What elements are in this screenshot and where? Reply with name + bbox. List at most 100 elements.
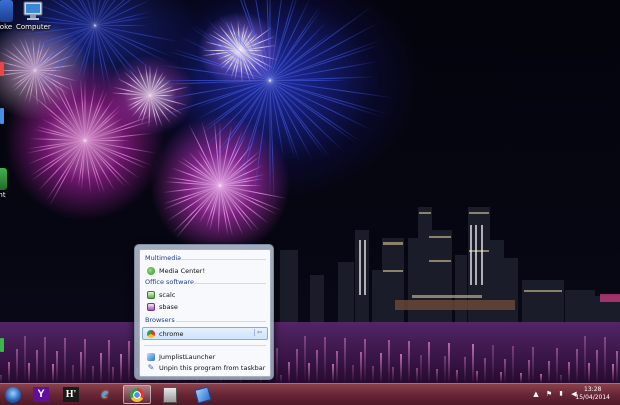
water-reflection (0, 375, 2, 383)
water-reflection (532, 347, 534, 383)
water-reflection (512, 346, 514, 383)
water-reflection (308, 363, 310, 383)
water-reflection (464, 357, 466, 383)
water-reflection (448, 343, 450, 383)
desktop-icon-partial[interactable] (0, 62, 4, 76)
desktop-icon-nt[interactable]: nt (0, 168, 10, 199)
water-reflection (596, 350, 598, 383)
desktop-icon-partial[interactable] (0, 108, 4, 124)
water-reflection (108, 340, 110, 383)
jump-item-scalc[interactable]: scalc (143, 289, 267, 300)
water-reflection (616, 351, 618, 383)
base-icon (147, 302, 155, 311)
taskbar-yahoo-button[interactable]: Y (28, 385, 54, 404)
firework-ray (153, 80, 270, 81)
water-reflection (344, 338, 346, 383)
category-multimedia: Multimedia (145, 254, 182, 262)
water-reflection (388, 340, 390, 383)
jump-item-chrome[interactable]: chrome ⇦ (142, 327, 268, 340)
water-reflection (112, 367, 114, 383)
water-reflection (604, 337, 606, 383)
water-reflection (392, 367, 394, 383)
water-reflection (428, 342, 430, 383)
clock-date: 15/04/2014 (575, 394, 610, 401)
water-reflection (332, 364, 334, 383)
jump-list-menu: Multimedia Media Center! Office software… (134, 244, 274, 380)
app-icon (0, 0, 13, 22)
jump-item-label: scalc (159, 290, 176, 299)
notebook-icon (194, 385, 212, 404)
water-reflection (56, 351, 58, 383)
water-reflection (92, 366, 94, 383)
water-reflection (400, 354, 402, 383)
water-reflection (52, 364, 54, 383)
chrome-icon (130, 387, 144, 402)
harbor-water (0, 322, 620, 383)
water-reflection (288, 362, 290, 383)
action-center-icon[interactable]: ⚑ (545, 390, 553, 398)
internet-explorer-icon: e (101, 386, 109, 402)
water-reflection (500, 372, 502, 383)
taskbar-chrome-button[interactable] (123, 385, 151, 404)
jump-item-sbase[interactable]: sbase (143, 301, 267, 312)
show-hidden-icons-icon[interactable]: ▲ (532, 390, 540, 398)
divider (176, 321, 266, 322)
jump-item-label: chrome (159, 329, 184, 338)
water-reflection (372, 366, 374, 383)
water-reflection (80, 352, 82, 383)
jumplist-launcher-icon (163, 386, 177, 403)
water-reflection (456, 370, 458, 383)
taskbar-hootsuite-button[interactable]: H' (58, 385, 84, 404)
chrome-icon (147, 329, 155, 338)
desktop-icon-oke[interactable]: oke (0, 0, 16, 31)
desktop-icon-computer[interactable]: Computer (16, 0, 51, 31)
water-reflection (416, 368, 418, 383)
water-reflection (280, 375, 282, 383)
water-reflection (352, 365, 354, 383)
water-reflection (364, 339, 366, 383)
water-reflection (44, 337, 46, 383)
water-reflection (492, 345, 494, 383)
water-reflection (380, 353, 382, 383)
task-jumplist-launcher[interactable]: JumplistLauncher (143, 351, 267, 362)
task-unpin[interactable]: ✎ Unpin this program from taskbar (143, 362, 267, 373)
water-reflection (64, 338, 66, 383)
water-reflection (588, 363, 590, 383)
water-reflection (528, 360, 530, 383)
task-label: Unpin this program from taskbar (159, 363, 266, 372)
hootsuite-icon: H' (63, 387, 79, 402)
network-icon[interactable]: ▮ (557, 390, 565, 398)
water-reflection (436, 369, 438, 383)
firework-ray (0, 70, 35, 71)
desktop-icon-partial[interactable] (0, 338, 4, 352)
pin-icon[interactable]: ⇦ (254, 329, 264, 336)
system-clock[interactable]: 13:28 15/04/2014 (575, 386, 610, 402)
clock-time: 13:28 (584, 386, 602, 393)
taskbar-notebook-button[interactable] (190, 385, 216, 404)
water-reflection (276, 348, 278, 383)
water-reflection (8, 362, 10, 383)
water-reflection (612, 364, 614, 383)
water-reflection (28, 363, 30, 383)
water-reflection (408, 341, 410, 383)
firework-ray (269, 80, 271, 204)
water-reflection (476, 371, 478, 383)
jump-item-media-center[interactable]: Media Center! (143, 265, 267, 276)
water-reflection (296, 349, 298, 383)
divider (180, 259, 266, 260)
task-label: JumplistLauncher (159, 352, 216, 361)
jumplist-launcher-icon (147, 352, 155, 361)
windows-logo-icon (5, 386, 21, 403)
taskbar-internet-explorer-button[interactable]: e (92, 385, 118, 404)
water-reflection (120, 354, 122, 383)
app-icon (0, 168, 7, 190)
divider (192, 283, 266, 284)
water-reflection (548, 361, 550, 383)
taskbar-jumplist-launcher-button[interactable] (157, 385, 183, 404)
jump-item-label: sbase (159, 302, 178, 311)
water-reflection (316, 350, 318, 383)
water-reflection (360, 352, 362, 383)
media-center-icon (147, 266, 155, 275)
water-reflection (444, 356, 446, 383)
start-button[interactable] (0, 385, 26, 404)
